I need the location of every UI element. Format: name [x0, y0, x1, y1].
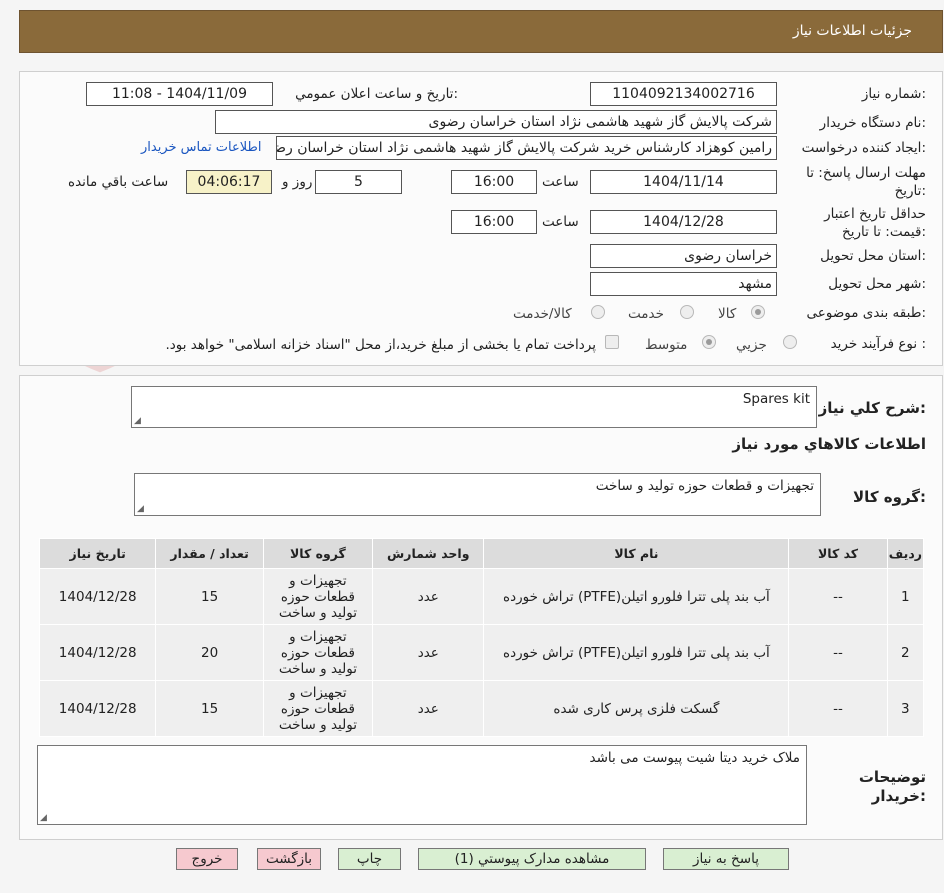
page-title: جزئیات اطلاعات نیاز — [792, 23, 912, 39]
notes-value: ملاک خرید دیتا شیت پیوست می باشد — [589, 750, 800, 766]
process-minor-radio[interactable] — [783, 335, 797, 349]
table-row: 3 -- گسکت فلزی پرس کاری شده عدد تجهیزات … — [38, 680, 925, 737]
row-date: 1404/12/28 — [38, 568, 157, 625]
reply-button[interactable]: پاسخ به نیاز — [663, 848, 789, 870]
deadline-date-field: 1404/11/14 — [590, 170, 777, 194]
remaining-time-field: 04:06:17 — [186, 170, 272, 194]
validity-time-label: ساعت — [542, 214, 579, 230]
row-date: 1404/12/28 — [38, 680, 157, 737]
row-group: تجهیزات و قطعات حوزه تولید و ساخت — [262, 624, 374, 681]
col-header-unit: واحد شمارش — [372, 538, 485, 569]
row-qty: 20 — [155, 624, 264, 681]
row-index: 2 — [886, 624, 925, 681]
row-code: -- — [788, 568, 888, 625]
category-service-label: خدمت — [628, 306, 664, 322]
col-header-date: تاریخ نیاز — [38, 538, 157, 569]
category-service-radio[interactable] — [680, 305, 694, 319]
resize-grip-icon: ◢ — [134, 416, 141, 426]
announce-label: تاریخ و ساعت اعلان عمومي: — [295, 86, 458, 102]
row-name: آب بند پلی تترا فلورو اتیلن(PTFE) تراش خ… — [483, 568, 790, 625]
row-index: 3 — [886, 680, 925, 737]
province-field: خراسان رضوی — [590, 244, 777, 268]
category-both-label: کالا/خدمت — [513, 306, 572, 322]
row-qty: 15 — [155, 680, 264, 737]
row-unit: عدد — [372, 568, 485, 625]
group-label: گروه کالا: — [853, 488, 926, 506]
treasury-payment-note: پرداخت تمام یا بخشی از مبلغ خرید،از محل … — [165, 337, 596, 353]
row-index: 1 — [886, 568, 925, 625]
category-label: طبقه بندی موضوعی: — [806, 305, 926, 321]
days-field: 5 — [315, 170, 402, 194]
deadline-time-field: 16:00 — [451, 170, 537, 194]
group-field: تجهیزات و قطعات حوزه تولید و ساخت ◢ — [134, 473, 821, 516]
city-field: مشهد — [590, 272, 777, 296]
summary-label: شرح کلي نیاز: — [818, 399, 926, 417]
city-label: شهر محل تحویل: — [828, 276, 926, 292]
page-header: جزئیات اطلاعات نیاز — [19, 10, 943, 53]
row-group: تجهیزات و قطعات حوزه تولید و ساخت — [262, 680, 374, 737]
contact-info-link[interactable]: اطلاعات تماس خریدار — [141, 140, 261, 155]
category-both-radio[interactable] — [591, 305, 605, 319]
summary-value: Spares kit — [742, 391, 810, 407]
col-header-qty: تعداد / مقدار — [155, 538, 264, 569]
days-label: روز و — [282, 174, 313, 190]
exit-button[interactable]: خروج — [176, 848, 238, 870]
deadline-label: مهلت ارسال پاسخ: تا تاریخ: — [806, 165, 926, 199]
row-unit: عدد — [372, 624, 485, 681]
validity-label: حداقل تاریخ اعتبار قیمت: تا تاریخ: — [824, 206, 926, 240]
category-goods-label: کالا — [718, 306, 737, 322]
goods-info-title: اطلاعات کالاهاي مورد نیاز — [732, 435, 926, 453]
need-number-field: 1104092134002716 — [590, 82, 777, 106]
creator-field: رامین کوهزاد کارشناس خرید شرکت پالایش گا… — [276, 136, 777, 160]
buyer-org-field: شرکت پالایش گاز شهید هاشمی نژاد استان خر… — [215, 110, 777, 134]
remaining-label: ساعت باقي مانده — [68, 174, 169, 190]
province-label: استان محل تحویل: — [820, 248, 926, 264]
row-name: گسکت فلزی پرس کاری شده — [483, 680, 790, 737]
view-attachments-button[interactable]: مشاهده مدارک پیوستي (1) — [418, 848, 646, 870]
notes-label: توضیحات خریدار: — [858, 768, 926, 805]
row-code: -- — [788, 624, 888, 681]
need-number-label: شماره نیاز: — [861, 86, 926, 102]
table-header-row: ردیف کد کالا نام کالا واحد شمارش گروه کا… — [38, 538, 925, 569]
treasury-payment-checkbox[interactable] — [605, 335, 619, 349]
buyer-org-label: نام دستگاه خریدار: — [819, 115, 926, 131]
validity-date-field: 1404/12/28 — [590, 210, 777, 234]
notes-field: ملاک خرید دیتا شیت پیوست می باشد ◢ — [37, 745, 807, 825]
row-date: 1404/12/28 — [38, 624, 157, 681]
announce-field: 1404/11/09 - 11:08 — [86, 82, 273, 106]
process-label: نوع فرآیند خرید : — [830, 336, 926, 352]
row-name: آب بند پلی تترا فلورو اتیلن(PTFE) تراش خ… — [483, 624, 790, 681]
table-row: 2 -- آب بند پلی تترا فلورو اتیلن(PTFE) ت… — [38, 624, 925, 681]
col-header-group: گروه کالا — [262, 538, 374, 569]
print-button[interactable]: چاپ — [338, 848, 401, 870]
category-goods-radio[interactable] — [751, 305, 765, 319]
validity-time-field: 16:00 — [451, 210, 537, 234]
back-button[interactable]: بازگشت — [257, 848, 321, 870]
process-medium-label: متوسط — [645, 337, 688, 353]
col-header-index: ردیف — [886, 538, 925, 569]
group-value: تجهیزات و قطعات حوزه تولید و ساخت — [595, 478, 814, 494]
deadline-time-label: ساعت — [542, 174, 579, 190]
items-table: ردیف کد کالا نام کالا واحد شمارش گروه کا… — [38, 538, 925, 737]
creator-label: ایجاد کننده درخواست: — [801, 140, 926, 156]
process-medium-radio[interactable] — [702, 335, 716, 349]
row-group: تجهیزات و قطعات حوزه تولید و ساخت — [262, 568, 374, 625]
resize-grip-icon: ◢ — [137, 504, 144, 514]
row-unit: عدد — [372, 680, 485, 737]
col-header-name: نام کالا — [483, 538, 790, 569]
process-minor-label: جزیي — [736, 337, 767, 353]
row-qty: 15 — [155, 568, 264, 625]
summary-field: Spares kit ◢ — [131, 386, 817, 428]
row-code: -- — [788, 680, 888, 737]
resize-grip-icon: ◢ — [40, 813, 47, 823]
table-row: 1 -- آب بند پلی تترا فلورو اتیلن(PTFE) ت… — [38, 568, 925, 625]
col-header-code: کد کالا — [788, 538, 888, 569]
